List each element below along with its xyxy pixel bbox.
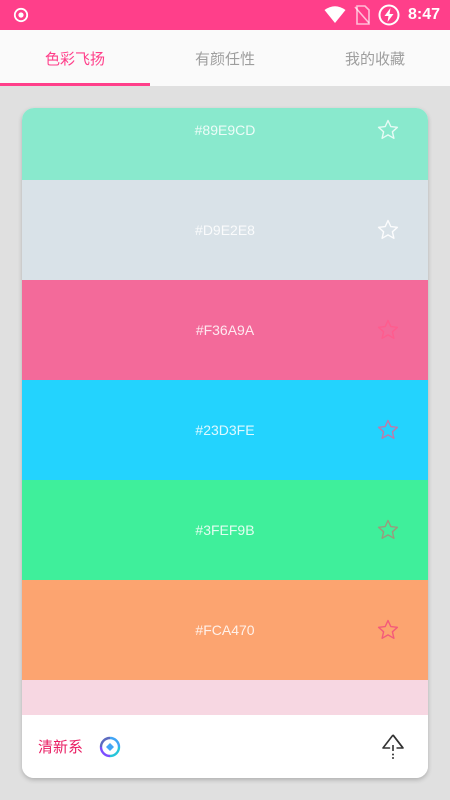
share-icon[interactable] — [380, 733, 406, 761]
status-time: 8:47 — [407, 6, 440, 23]
target-icon — [13, 7, 29, 23]
color-swatch[interactable]: #3FEF9B — [22, 480, 428, 580]
swatch-list[interactable]: #89E9CD #D9E2E8 #F36A9A #23D3FE #3FEF9B … — [22, 108, 428, 715]
star-outline-icon[interactable] — [376, 118, 400, 142]
color-hex-label: #FCA470 — [195, 622, 255, 638]
tab-beauty-willful[interactable]: 有颜任性 — [150, 30, 300, 86]
color-hex-label — [22, 680, 428, 715]
no-sim-icon — [354, 5, 370, 25]
color-swatch[interactable]: #FCA470 — [22, 580, 428, 680]
wifi-icon — [324, 6, 346, 23]
refresh-icon[interactable] — [98, 735, 122, 759]
color-hex-label: #23D3FE — [195, 422, 255, 438]
star-outline-icon[interactable] — [376, 618, 400, 642]
palette-name: 清新系 — [38, 738, 84, 756]
color-hex-label: #F36A9A — [195, 322, 255, 338]
star-outline-icon[interactable] — [376, 518, 400, 542]
palette-bottom-bar: 清新系 — [22, 715, 428, 778]
tab-bar: 色彩飞扬 有颜任性 我的收藏 — [0, 30, 450, 86]
color-hex-label: #89E9CD — [194, 122, 256, 138]
tab-label: 有颜任性 — [194, 49, 255, 68]
palette-card: #89E9CD #D9E2E8 #F36A9A #23D3FE #3FEF9B … — [22, 108, 428, 778]
star-outline-icon[interactable] — [376, 418, 400, 442]
tab-label: 色彩飞扬 — [44, 49, 105, 68]
battery-charging-icon — [378, 4, 400, 26]
color-swatch[interactable] — [22, 680, 428, 715]
star-outline-icon[interactable] — [376, 318, 400, 342]
tab-my-favorites[interactable]: 我的收藏 — [300, 30, 450, 86]
tab-label: 我的收藏 — [344, 49, 405, 68]
color-swatch[interactable]: #D9E2E8 — [22, 180, 428, 280]
color-hex-label: #D9E2E8 — [195, 222, 255, 238]
status-bar: 8:47 — [0, 0, 450, 30]
color-swatch[interactable]: #89E9CD — [22, 108, 428, 180]
star-outline-icon[interactable] — [376, 218, 400, 242]
color-swatch[interactable]: #23D3FE — [22, 380, 428, 480]
tab-colors-flying[interactable]: 色彩飞扬 — [0, 30, 150, 86]
color-swatch[interactable]: #F36A9A — [22, 280, 428, 380]
color-hex-label: #3FEF9B — [195, 522, 255, 538]
